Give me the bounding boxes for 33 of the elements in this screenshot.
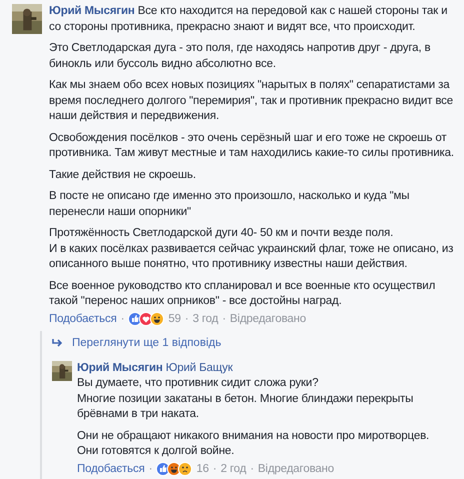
author-name[interactable]: Юрий Мысягин xyxy=(77,362,163,374)
comment-text: Это Светлодарская дуга - это поля, где находясь напротив друг - друга, в бинокль или буссоль видно абсолютно все. xyxy=(49,41,432,72)
comment-text: Как мы знаем обо всех новых позициях "нарытых в полях" сепаратистами за время последнего долгого "перемирия", так и противник прекрасно видит все наши действия и передвижения. xyxy=(49,78,454,124)
separator-dot: · xyxy=(250,462,254,476)
comment-text: Протяжённость Светлодарской дуги 40- 50 км и почти везде поля. И в каких посёлках развивается сейчас украинский флаг, тоже не описано, из описанного выше понятно, что противнику известны наши действия. xyxy=(49,226,454,272)
edited-label[interactable]: Відредаговано xyxy=(258,462,334,476)
reply-text: Вы думаете, что противник сидит сложа руки? Многие позиции закатаны в бетон. Многие блиндажи перекрыты брёвнами в три наката. xyxy=(77,376,414,422)
reply-arrow-icon xyxy=(52,338,64,348)
comment-text: Освобождения посёлков - это очень серёзный шаг и его тоже не скроешь от противника. Там живут местные и там находились какие-то силы противника. xyxy=(49,130,455,161)
like-link[interactable]: Подобається xyxy=(49,312,117,326)
timestamp[interactable]: 2 год xyxy=(220,462,246,476)
like-reaction-icon xyxy=(156,462,170,476)
comment-text: Такие действия не скроешь. xyxy=(49,168,197,182)
comment-text: В посте не описано где именно это произошло, насколько и куда "мы перенесли наши опорники" xyxy=(49,189,410,220)
reaction-count[interactable]: 59 xyxy=(168,312,181,326)
comment-text: Все военное руководство кто спланировал и все военные кто осуществил такой "перенос наших опрников" - все достойны наград. xyxy=(49,278,436,309)
more-replies-link[interactable]: Переглянути ще 1 відповідь xyxy=(52,336,464,348)
comment-text: Юрий Мысягин Все кто находится на передовой как с нашей стороны так и со стороны противника, прекрасно знают и видят все, что происходит. xyxy=(49,4,448,34)
reaction-count[interactable]: 16 xyxy=(196,462,209,476)
edited-label[interactable]: Відредаговано xyxy=(230,312,306,326)
haha-reaction-icon xyxy=(150,312,164,326)
separator-dot: · xyxy=(120,312,124,326)
separator-dot: · xyxy=(212,462,217,476)
like-link[interactable]: Подобається xyxy=(77,462,145,476)
sad-reaction-icon xyxy=(178,462,192,476)
mention-link[interactable]: Юрий Бащук xyxy=(166,362,233,374)
author-name[interactable]: Юрий Мысягин xyxy=(49,5,135,17)
separator-dot: · xyxy=(184,312,189,326)
reply-text: Они не обращают никакого внимания на новости про миротворцев. Они готовятся к долгой войне. xyxy=(77,428,430,459)
separator-dot: · xyxy=(148,462,152,476)
like-reaction-icon xyxy=(128,312,142,326)
separator-dot: · xyxy=(222,312,226,326)
timestamp[interactable]: 3 год xyxy=(192,312,218,326)
